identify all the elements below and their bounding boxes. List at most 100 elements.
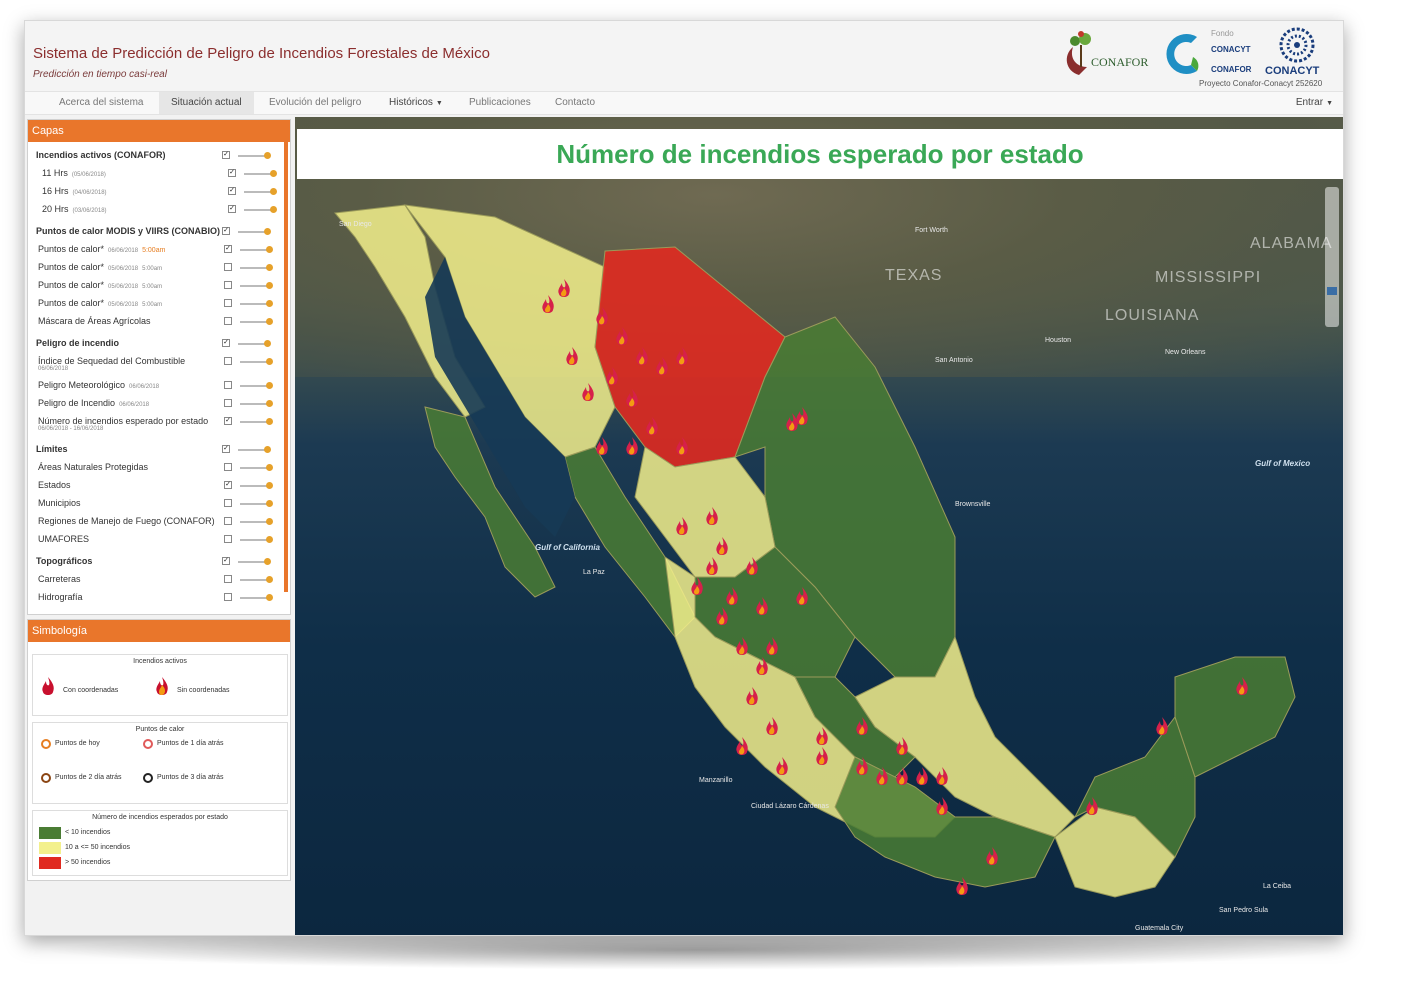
fire-marker-icon[interactable] [745,687,759,707]
fire-marker-icon[interactable] [985,847,999,867]
layer-row[interactable]: 20 Hrs (03/06/2018) ✓ [42,202,282,218]
fire-marker-icon[interactable] [895,737,909,757]
layer-checkbox[interactable] [224,281,232,289]
opacity-slider[interactable] [238,446,271,453]
layer-checkbox[interactable] [224,399,232,407]
opacity-slider[interactable] [238,558,271,565]
fire-marker-icon[interactable] [745,557,759,577]
fire-marker-icon[interactable] [775,757,789,777]
layer-row[interactable]: Incendios activos (CONAFOR) ✓ [36,148,276,164]
fire-marker-icon[interactable] [675,437,689,457]
layer-checkbox[interactable] [224,593,232,601]
layer-checkbox[interactable]: ✓ [222,227,230,235]
opacity-slider[interactable] [240,594,273,601]
layer-checkbox[interactable] [224,517,232,525]
layer-checkbox[interactable]: ✓ [222,445,230,453]
opacity-slider-knob[interactable] [266,536,273,543]
fire-marker-icon[interactable] [785,413,799,433]
layer-checkbox[interactable] [224,357,232,365]
opacity-slider[interactable] [244,206,277,213]
fire-marker-icon[interactable] [855,757,869,777]
opacity-slider-knob[interactable] [266,500,273,507]
opacity-slider-knob[interactable] [266,576,273,583]
opacity-slider[interactable] [240,482,273,489]
opacity-slider-knob[interactable] [266,594,273,601]
fire-marker-icon[interactable] [1155,717,1169,737]
layer-checkbox[interactable] [224,535,232,543]
nav-contacto[interactable]: Contacto [543,92,607,114]
opacity-slider-knob[interactable] [270,170,277,177]
opacity-slider-knob[interactable] [266,318,273,325]
opacity-slider-knob[interactable] [264,446,271,453]
opacity-slider-knob[interactable] [266,246,273,253]
layer-row[interactable]: Estados ✓ [38,478,278,494]
layer-row[interactable]: Topográficos ✓ [36,554,276,570]
opacity-slider[interactable] [240,264,273,271]
opacity-slider-knob[interactable] [264,558,271,565]
map-view[interactable]: TEXAS MISSISSIPPI LOUISIANA ALABAMA Gulf… [295,117,1343,935]
opacity-slider-knob[interactable] [266,518,273,525]
nav-acerca[interactable]: Acerca del sistema [47,92,155,114]
fire-marker-icon[interactable] [655,357,669,377]
opacity-slider[interactable] [240,464,273,471]
fire-marker-icon[interactable] [675,517,689,537]
opacity-slider-knob[interactable] [266,282,273,289]
layer-checkbox[interactable] [224,263,232,271]
fire-marker-icon[interactable] [705,557,719,577]
layer-row[interactable]: Puntos de calor MODIS y VIIRS (CONABIO) ✓ [36,224,276,240]
layer-row[interactable]: Carreteras [38,572,278,588]
opacity-slider[interactable] [240,576,273,583]
fire-marker-icon[interactable] [915,767,929,787]
opacity-slider[interactable] [244,170,277,177]
opacity-slider-knob[interactable] [264,152,271,159]
fire-marker-icon[interactable] [625,389,639,409]
opacity-slider-knob[interactable] [266,264,273,271]
opacity-slider[interactable] [240,300,273,307]
fire-marker-icon[interactable] [735,737,749,757]
nav-historicos[interactable]: Históricos ▼ [377,92,455,114]
layer-row[interactable]: 11 Hrs (05/06/2018) ✓ [42,166,282,182]
fire-marker-icon[interactable] [815,727,829,747]
fire-marker-icon[interactable] [735,637,749,657]
fire-marker-icon[interactable] [935,767,949,787]
opacity-slider[interactable] [238,228,271,235]
fire-marker-icon[interactable] [705,507,719,527]
map-zoom-slider[interactable] [1325,187,1339,327]
layer-checkbox[interactable]: ✓ [222,557,230,565]
layer-row[interactable]: Número de incendios esperado por estado 0… [38,414,278,432]
opacity-slider[interactable] [240,358,273,365]
layer-row[interactable]: Peligro de incendio ✓ [36,336,276,352]
fire-marker-icon[interactable] [595,437,609,457]
fire-marker-icon[interactable] [755,657,769,677]
fire-marker-icon[interactable] [635,347,649,367]
opacity-slider-knob[interactable] [266,382,273,389]
layer-checkbox[interactable] [224,381,232,389]
nav-evolucion[interactable]: Evolución del peligro [257,92,373,114]
layer-row[interactable]: Índice de Sequedad del Combustible 06/06/… [38,354,278,372]
layer-checkbox[interactable] [224,299,232,307]
layer-checkbox[interactable]: ✓ [228,169,236,177]
layer-checkbox[interactable]: ✓ [224,245,232,253]
layer-checkbox[interactable]: ✓ [224,481,232,489]
fire-marker-icon[interactable] [815,747,829,767]
nav-publicaciones[interactable]: Publicaciones [457,92,543,114]
layer-row[interactable]: Peligro de Incendio 06/06/2018 [38,396,278,412]
layer-checkbox[interactable]: ✓ [222,151,230,159]
opacity-slider-knob[interactable] [264,340,271,347]
fire-marker-icon[interactable] [690,577,704,597]
opacity-slider-knob[interactable] [266,464,273,471]
layer-checkbox[interactable]: ✓ [228,205,236,213]
fire-marker-icon[interactable] [605,367,619,387]
opacity-slider-knob[interactable] [264,228,271,235]
layer-checkbox[interactable] [224,317,232,325]
fire-marker-icon[interactable] [1085,797,1099,817]
layer-checkbox[interactable]: ✓ [224,417,232,425]
layers-scrollbar[interactable] [284,142,288,592]
fire-marker-icon[interactable] [595,307,609,327]
opacity-slider[interactable] [244,188,277,195]
layer-row[interactable]: Máscara de Áreas Agrícolas [38,314,278,330]
fire-marker-icon[interactable] [675,347,689,367]
opacity-slider-knob[interactable] [266,300,273,307]
opacity-slider[interactable] [238,340,271,347]
opacity-slider[interactable] [240,400,273,407]
